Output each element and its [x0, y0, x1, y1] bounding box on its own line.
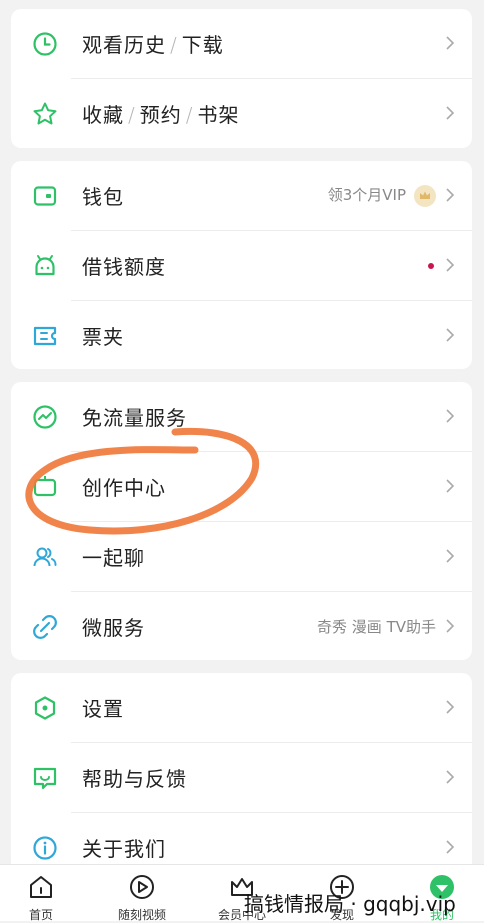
- row-loan[interactable]: 借钱额度: [11, 231, 472, 300]
- row-settings[interactable]: 设置: [11, 673, 472, 742]
- tab-video-label: 随刻视频: [117, 908, 166, 922]
- tab-video[interactable]: 随刻视频: [102, 865, 182, 922]
- row-tickets-label: 票夹: [82, 325, 124, 349]
- row-creator[interactable]: 创作中心: [11, 452, 472, 521]
- watermark-text: 搞钱情报局 · gqqbj.vip: [244, 892, 456, 916]
- card-services: 免流量服务 创作中心 一起聊 微服务 奇秀 漫画 TV助手: [11, 382, 472, 660]
- chevron-right-icon: [446, 258, 454, 272]
- star-icon: [33, 102, 57, 125]
- row-favorites-label: 收藏 / 预约 / 书架: [82, 103, 240, 127]
- feedback-icon: [33, 767, 57, 790]
- row-history-download[interactable]: 观看历史 / 下载: [11, 9, 472, 78]
- chevron-right-icon: [446, 106, 454, 120]
- hexagon-icon: [34, 696, 56, 720]
- chevron-right-icon: [446, 549, 454, 563]
- play-icon: [130, 875, 154, 899]
- android-icon: [35, 255, 55, 276]
- crown-badge-icon: [414, 184, 436, 207]
- chevron-right-icon: [446, 409, 454, 423]
- row-history-label: 观看历史 / 下载: [82, 33, 224, 57]
- row-wallet[interactable]: 钱包 领3个月VIP: [11, 161, 472, 230]
- row-free-data-label: 免流量服务: [82, 406, 187, 430]
- ticket-icon: [33, 326, 57, 346]
- row-microservice[interactable]: 微服务 奇秀 漫画 TV助手: [11, 592, 472, 661]
- card-history-favorites: 观看历史 / 下载 收藏 / 预约 / 书架: [11, 9, 472, 148]
- row-microservice-label: 微服务: [82, 616, 145, 640]
- home-icon: [30, 876, 52, 898]
- row-free-data[interactable]: 免流量服务: [11, 382, 472, 451]
- row-loan-label: 借钱额度: [82, 255, 166, 279]
- row-creator-label: 创作中心: [82, 476, 166, 500]
- tab-home-label: 首页: [28, 908, 53, 922]
- vip-promo: 领3个月VIP: [328, 184, 436, 207]
- row-help[interactable]: 帮助与反馈: [11, 743, 472, 812]
- row-tickets[interactable]: 票夹: [11, 301, 472, 370]
- link-icon: [33, 615, 57, 639]
- notification-dot: [428, 263, 434, 269]
- card-wallet: 钱包 领3个月VIP 借钱额度 票夹: [11, 161, 472, 369]
- trend-icon: [33, 405, 57, 429]
- row-chat-label: 一起聊: [82, 546, 145, 570]
- microservice-aux: 奇秀 漫画 TV助手: [317, 618, 436, 636]
- chevron-right-icon: [446, 328, 454, 342]
- row-chat[interactable]: 一起聊: [11, 522, 472, 591]
- row-settings-label: 设置: [82, 697, 124, 721]
- tab-home[interactable]: 首页: [1, 865, 81, 922]
- row-help-label: 帮助与反馈: [82, 767, 187, 791]
- card-settings: 设置 帮助与反馈 关于我们: [11, 673, 472, 873]
- chevron-right-icon: [446, 840, 454, 854]
- creator-icon: [33, 476, 57, 497]
- row-wallet-label: 钱包: [82, 185, 124, 209]
- chevron-right-icon: [446, 619, 454, 633]
- chevron-right-icon: [446, 36, 454, 50]
- row-about-label: 关于我们: [82, 837, 166, 861]
- people-icon: [33, 547, 57, 567]
- clock-icon: [33, 32, 57, 56]
- chevron-right-icon: [446, 770, 454, 784]
- info-icon: [33, 836, 57, 860]
- row-favorites[interactable]: 收藏 / 预约 / 书架: [11, 79, 472, 148]
- chevron-right-icon: [446, 700, 454, 714]
- chevron-right-icon: [446, 188, 454, 202]
- chevron-right-icon: [446, 479, 454, 493]
- wallet-icon: [33, 186, 57, 206]
